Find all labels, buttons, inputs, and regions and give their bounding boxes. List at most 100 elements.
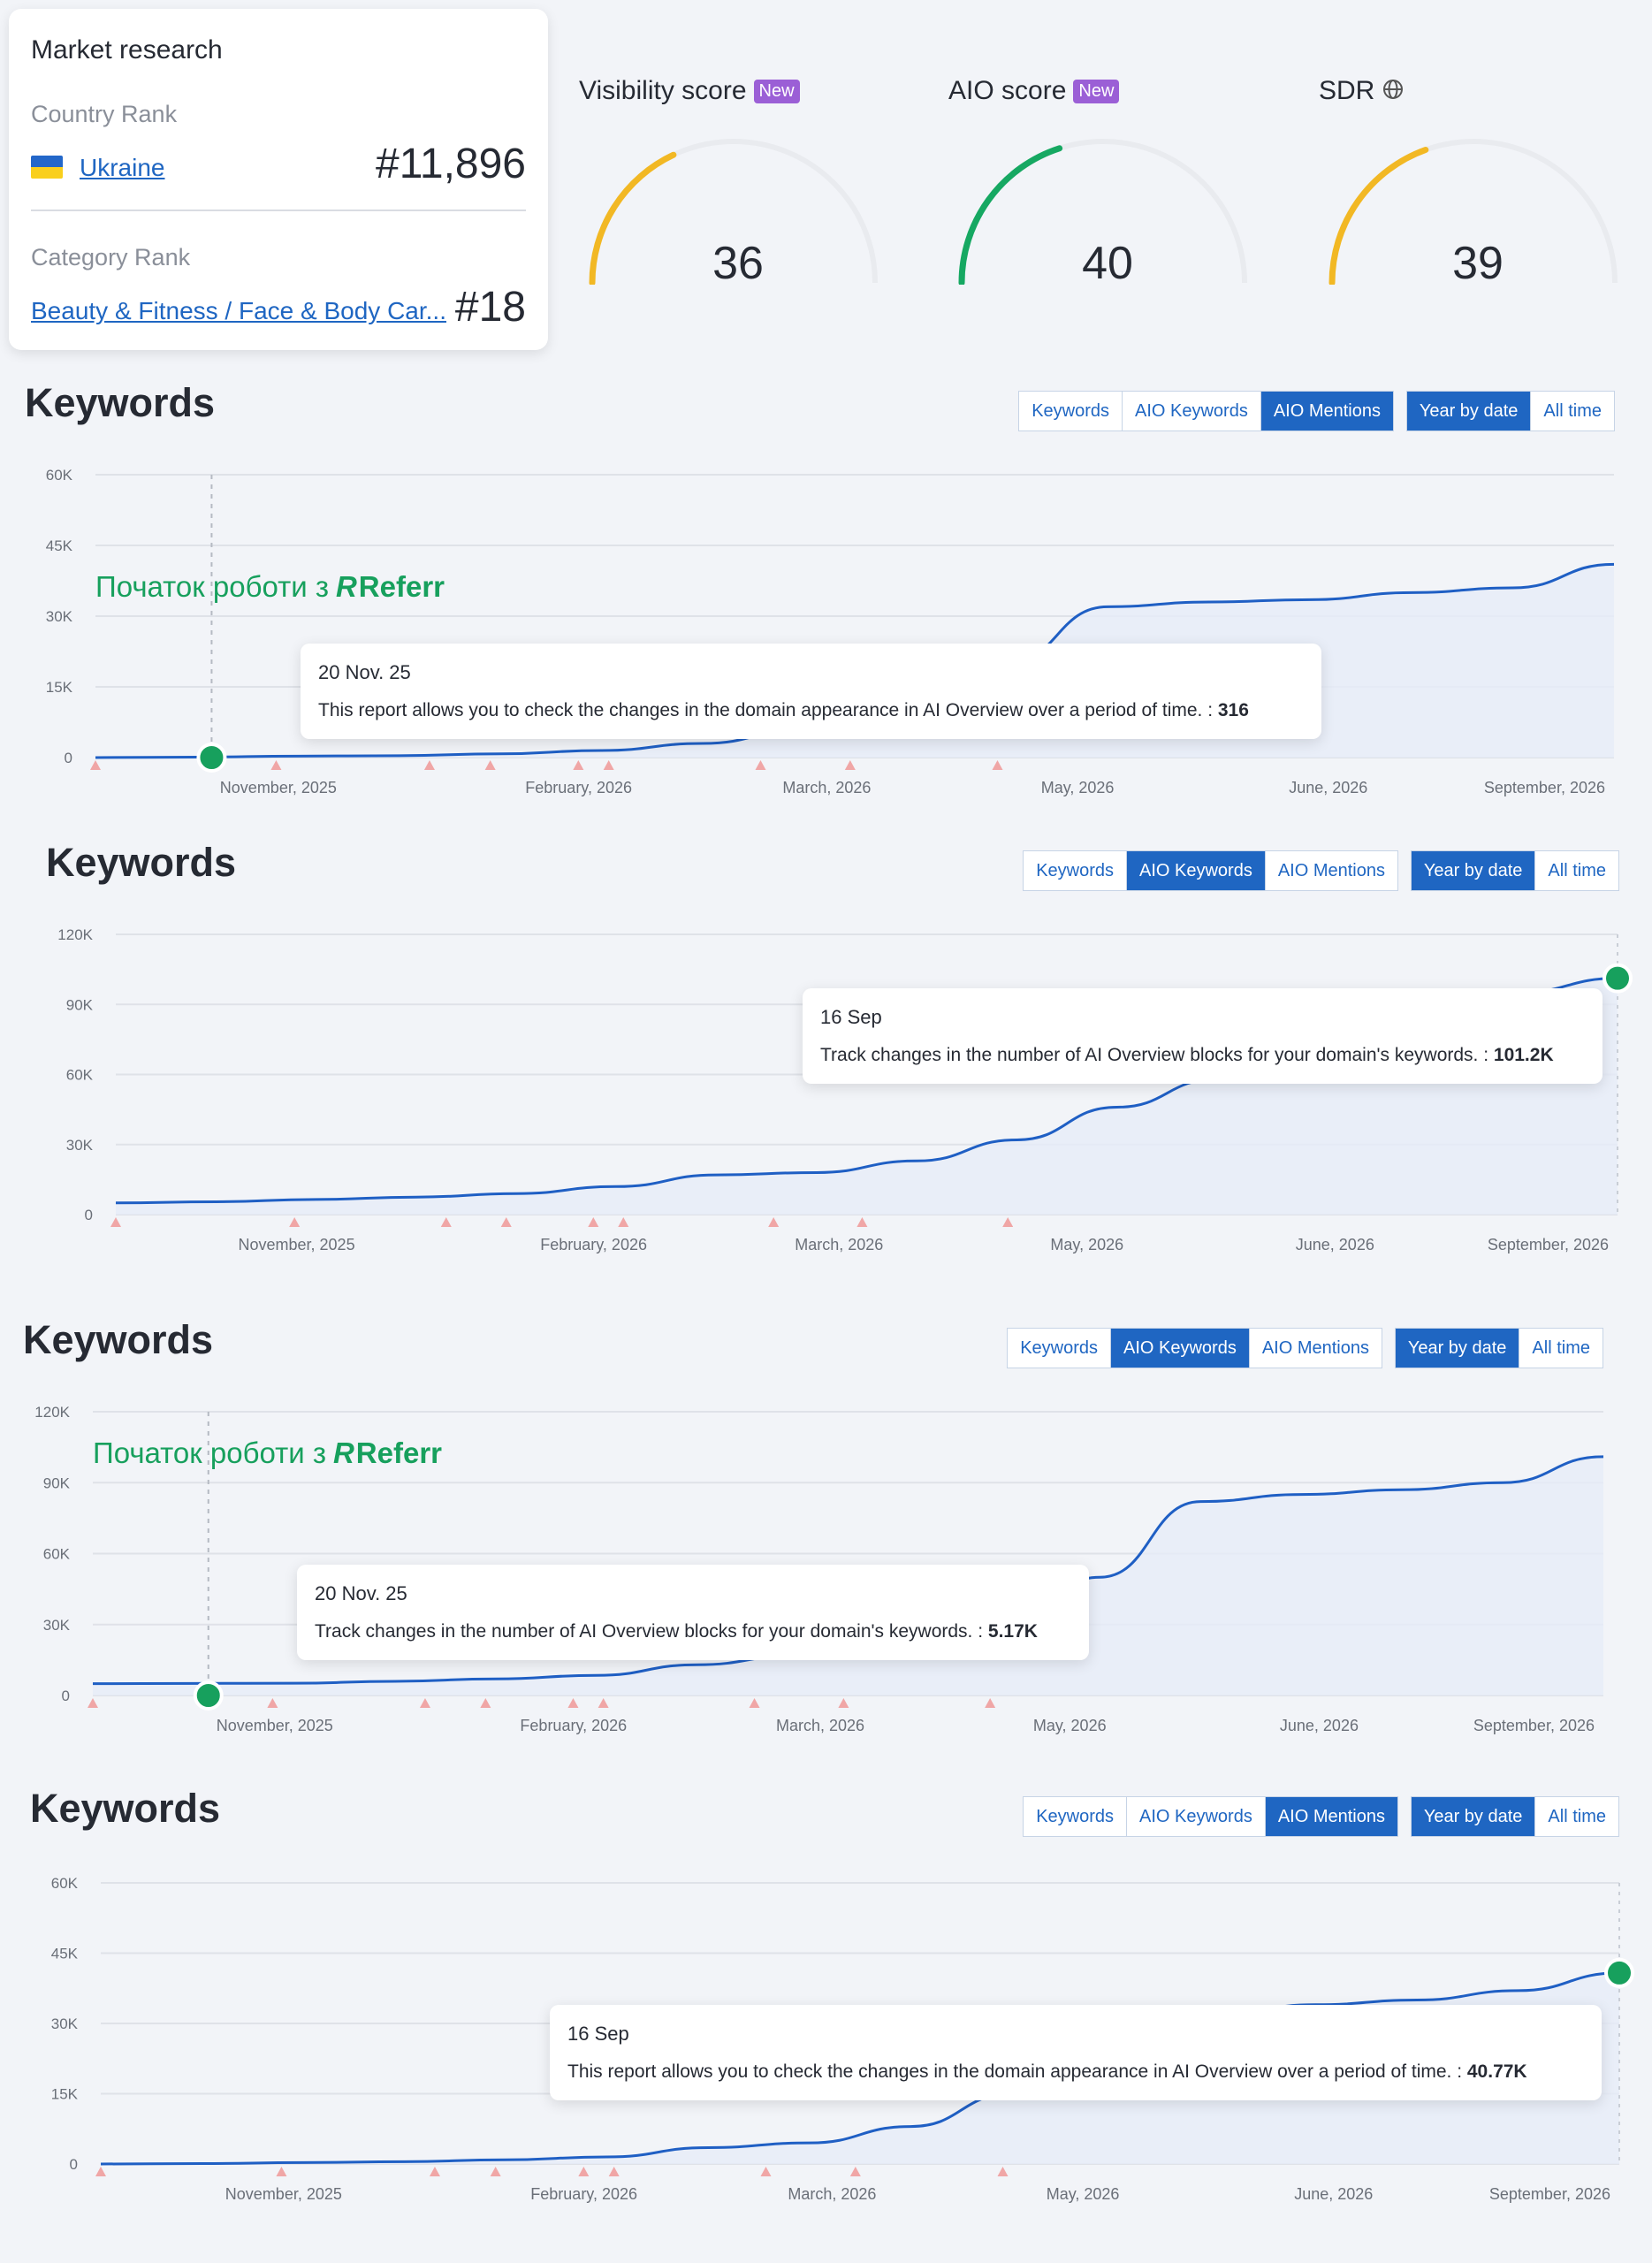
- metric-aio-keywords-button[interactable]: AIO Keywords: [1110, 1329, 1249, 1368]
- metric-aio-mentions-button[interactable]: AIO Mentions: [1260, 392, 1393, 431]
- y-tick-label: 30K: [46, 608, 73, 625]
- y-tick-label: 0: [62, 1688, 70, 1704]
- tooltip-description: This report allows you to check the chan…: [318, 700, 1304, 721]
- category-link[interactable]: Beauty & Fitness / Face & Body Car...: [31, 297, 446, 325]
- tooltip-description: Track changes in the number of AI Overvi…: [820, 1045, 1585, 1066]
- event-marker: [276, 2167, 287, 2176]
- hover-point-marker: [1603, 963, 1633, 994]
- y-tick-label: 90K: [43, 1474, 71, 1491]
- event-marker: [598, 1698, 609, 1708]
- referr-logo-icon: R: [332, 1436, 354, 1469]
- y-tick-label: 0: [85, 1207, 93, 1223]
- event-marker: [844, 760, 856, 770]
- x-tick-label: March, 2026: [782, 779, 871, 796]
- tooltip-text: Track changes in the number of AI Overvi…: [820, 1045, 1494, 1065]
- metric-aio-mentions-button[interactable]: AIO Mentions: [1264, 1797, 1397, 1836]
- tooltip-value: 316: [1217, 700, 1249, 720]
- hover-point-marker: [196, 743, 227, 773]
- keywords-chart-title: Keywords: [25, 380, 216, 425]
- period-all-time-button[interactable]: All time: [1534, 1797, 1618, 1836]
- y-tick-label: 45K: [46, 537, 73, 554]
- market-research-title: Market research: [31, 35, 223, 65]
- metric-aio-keywords-button[interactable]: AIO Keywords: [1126, 1797, 1265, 1836]
- x-tick-label: September, 2026: [1473, 1717, 1595, 1734]
- metric-toggle: Keywords AIO Keywords AIO Mentions: [1018, 391, 1394, 431]
- referr-prefix: Початок роботи з: [95, 570, 329, 603]
- tooltip-value: 101.2K: [1493, 1045, 1554, 1065]
- period-toggle: Year by date All time: [1394, 1328, 1603, 1368]
- x-tick-label: May, 2026: [1041, 779, 1115, 796]
- event-marker: [88, 1698, 98, 1708]
- event-marker: [440, 1217, 452, 1227]
- gauge-title: Visibility score New: [579, 76, 800, 106]
- country-rank-label: Country Rank: [31, 101, 178, 127]
- event-marker: [608, 2167, 620, 2176]
- tooltip-value: 5.17K: [987, 1621, 1038, 1642]
- metric-aio-mentions-button[interactable]: AIO Mentions: [1248, 1329, 1382, 1368]
- gauge-label: AIO score: [948, 76, 1067, 105]
- category-rank-label: Category Rank: [31, 244, 191, 270]
- event-marker: [603, 760, 614, 770]
- metric-toggle: Keywords AIO Keywords AIO Mentions: [1023, 850, 1398, 891]
- tooltip-description: Track changes in the number of AI Overvi…: [315, 1621, 1071, 1642]
- chart-tooltip: 20 Nov. 25 This report allows you to chec…: [301, 644, 1321, 739]
- period-year-by-date-button[interactable]: Year by date: [1411, 851, 1535, 890]
- x-tick-label: September, 2026: [1484, 779, 1605, 796]
- referr-brand: Referr: [358, 570, 445, 603]
- x-tick-label: March, 2026: [795, 1236, 883, 1253]
- country-link[interactable]: Ukraine: [80, 154, 164, 182]
- event-marker: [768, 1217, 780, 1227]
- y-tick-label: 120K: [34, 1404, 70, 1421]
- event-marker: [490, 2167, 501, 2176]
- period-toggle: Year by date All time: [1405, 391, 1615, 431]
- metric-aio-keywords-button[interactable]: AIO Keywords: [1126, 851, 1265, 890]
- x-tick-label: June, 2026: [1294, 2185, 1373, 2203]
- chart-tooltip: 16 Sep Track changes in the number of AI …: [803, 988, 1603, 1084]
- event-marker: [423, 760, 435, 770]
- event-marker: [992, 760, 1003, 770]
- event-marker: [985, 1698, 996, 1708]
- period-year-by-date-button[interactable]: Year by date: [1406, 392, 1531, 431]
- gauge-value: 40: [1082, 238, 1133, 289]
- period-year-by-date-button[interactable]: Year by date: [1411, 1797, 1535, 1836]
- metric-keywords-button[interactable]: Keywords: [1008, 1329, 1110, 1368]
- event-marker: [588, 1217, 599, 1227]
- gauge-value: 36: [712, 238, 764, 289]
- x-tick-label: September, 2026: [1488, 1236, 1609, 1253]
- metric-keywords-button[interactable]: Keywords: [1024, 1797, 1126, 1836]
- metric-aio-mentions-button[interactable]: AIO Mentions: [1264, 851, 1397, 890]
- tooltip-date: 20 Nov. 25: [318, 661, 411, 683]
- y-tick-label: 15K: [51, 2086, 79, 2103]
- event-marker: [500, 1217, 512, 1227]
- period-all-time-button[interactable]: All time: [1530, 392, 1614, 431]
- x-tick-label: June, 2026: [1280, 1717, 1359, 1734]
- x-tick-label: June, 2026: [1289, 779, 1367, 796]
- x-tick-label: February, 2026: [530, 2185, 637, 2203]
- tooltip-description: This report allows you to check the chan…: [567, 2061, 1584, 2083]
- globe-icon[interactable]: [1382, 78, 1405, 108]
- period-year-by-date-button[interactable]: Year by date: [1395, 1329, 1519, 1368]
- metric-aio-keywords-button[interactable]: AIO Keywords: [1122, 392, 1260, 431]
- tooltip-text: This report allows you to check the chan…: [567, 2061, 1467, 2082]
- tooltip-date: 20 Nov. 25: [315, 1582, 407, 1604]
- y-tick-label: 30K: [51, 2015, 79, 2032]
- category-rank-value: #18: [454, 284, 526, 331]
- event-marker: [110, 1217, 121, 1227]
- x-tick-label: November, 2025: [225, 2185, 342, 2203]
- gauge-value: 39: [1452, 238, 1504, 289]
- y-tick-label: 45K: [51, 1946, 79, 1962]
- period-all-time-button[interactable]: All time: [1534, 851, 1618, 890]
- event-marker: [90, 760, 101, 770]
- x-tick-label: February, 2026: [520, 1717, 627, 1734]
- x-tick-label: February, 2026: [540, 1236, 647, 1253]
- metric-keywords-button[interactable]: Keywords: [1024, 851, 1126, 890]
- period-all-time-button[interactable]: All time: [1519, 1329, 1603, 1368]
- tooltip-value: 40.77K: [1466, 2061, 1527, 2082]
- x-tick-label: March, 2026: [776, 1717, 864, 1734]
- period-toggle: Year by date All time: [1410, 1796, 1619, 1837]
- event-marker: [760, 2167, 772, 2176]
- x-tick-label: November, 2025: [217, 1717, 333, 1734]
- metric-keywords-button[interactable]: Keywords: [1019, 392, 1122, 431]
- event-marker: [429, 2167, 440, 2176]
- event-marker: [484, 760, 496, 770]
